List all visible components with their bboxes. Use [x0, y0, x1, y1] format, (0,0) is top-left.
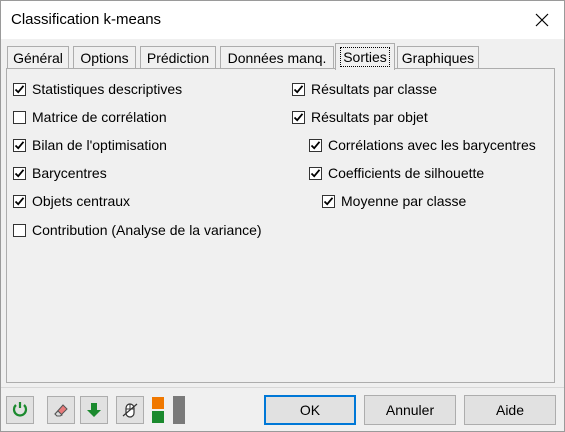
- checkmark-icon: [14, 140, 25, 150]
- checkbox-contribution[interactable]: Contribution (Analyse de la variance): [13, 222, 262, 238]
- close-button[interactable]: [520, 1, 564, 39]
- checkbox-correlations-barycentres[interactable]: Corrélations avec les barycentres: [309, 137, 536, 153]
- tab-graphiques[interactable]: Graphiques: [397, 46, 479, 68]
- tab-general[interactable]: Général: [7, 46, 69, 68]
- mouse-icon: [122, 403, 138, 418]
- tab-donnees-manq[interactable]: Données manq.: [220, 46, 334, 68]
- checkmark-icon: [14, 84, 25, 94]
- tab-panel-sorties: Statistiques descriptives Matrice de cor…: [6, 68, 555, 383]
- checkbox-resultats-par-classe[interactable]: Résultats par classe: [292, 81, 437, 97]
- checkbox-barycentres[interactable]: Barycentres: [13, 165, 107, 181]
- checkbox-box: [13, 166, 26, 180]
- checkmark-icon: [293, 112, 304, 122]
- checkmark-icon: [14, 168, 25, 178]
- tab-sorties[interactable]: Sorties: [335, 43, 395, 70]
- tab-prediction[interactable]: Prédiction: [140, 46, 216, 68]
- tab-options[interactable]: Options: [73, 46, 136, 68]
- checkbox-label: Résultats par classe: [311, 81, 438, 97]
- checkmark-icon: [14, 196, 25, 206]
- close-icon: [535, 13, 549, 27]
- checkbox-moyenne-par-classe[interactable]: Moyenne par classe: [322, 193, 466, 209]
- checkbox-label: Coefficients de silhouette: [328, 165, 485, 181]
- checkbox-box: [309, 166, 322, 180]
- checkbox-label: Bilan de l'optimisation: [32, 137, 167, 153]
- checkmark-icon: [310, 168, 321, 178]
- checkbox-box: [13, 82, 26, 96]
- checkbox-label: Barycentres: [32, 165, 107, 181]
- layout-toggle-button[interactable]: [151, 396, 187, 424]
- checkbox-resultats-par-objet[interactable]: Résultats par objet: [292, 109, 428, 125]
- checkbox-bilan-optimisation[interactable]: Bilan de l'optimisation: [13, 137, 167, 153]
- eraser-icon: [54, 404, 68, 417]
- checkbox-box: [292, 82, 305, 96]
- dialog-window: Classification k-means Général Options P…: [0, 0, 565, 432]
- checkmark-icon: [310, 140, 321, 150]
- reset-button[interactable]: [6, 396, 34, 424]
- checkbox-box: [309, 138, 322, 152]
- checkmark-icon: [323, 196, 334, 206]
- down-arrow-icon: [87, 403, 101, 417]
- checkbox-label: Statistiques descriptives: [32, 81, 183, 97]
- footer-separator: [1, 387, 564, 388]
- checkmark-icon: [293, 84, 304, 94]
- checkbox-box: [13, 223, 26, 237]
- checkbox-label: Résultats par objet: [311, 109, 428, 125]
- selection-mode-button[interactable]: [116, 396, 144, 424]
- move-down-button[interactable]: [80, 396, 108, 424]
- reset-icon: [12, 402, 28, 417]
- clear-button[interactable]: [47, 396, 75, 424]
- window-title: Classification k-means: [11, 11, 162, 28]
- checkbox-coefficients-silhouette[interactable]: Coefficients de silhouette: [309, 165, 484, 181]
- checkbox-label: Matrice de corrélation: [32, 109, 167, 125]
- checkbox-label: Moyenne par classe: [341, 193, 467, 209]
- checkbox-box: [13, 194, 26, 208]
- checkbox-box: [292, 110, 305, 124]
- checkbox-matrice-de-correlation[interactable]: Matrice de corrélation: [13, 109, 167, 125]
- layout-toggle-icon: [152, 396, 185, 424]
- checkbox-label: Corrélations avec les barycentres: [328, 137, 536, 153]
- checkbox-box: [13, 138, 26, 152]
- help-button[interactable]: Aide: [464, 395, 556, 425]
- checkbox-objets-centraux[interactable]: Objets centraux: [13, 193, 130, 209]
- ok-button[interactable]: OK: [264, 395, 356, 425]
- checkbox-statistiques-descriptives[interactable]: Statistiques descriptives: [13, 81, 182, 97]
- checkbox-label: Contribution (Analyse de la variance): [32, 222, 262, 238]
- checkbox-label: Objets centraux: [32, 193, 131, 209]
- cancel-button[interactable]: Annuler: [364, 395, 456, 425]
- checkbox-box: [13, 110, 26, 124]
- checkbox-box: [322, 194, 335, 208]
- title-bar: Classification k-means: [1, 1, 564, 39]
